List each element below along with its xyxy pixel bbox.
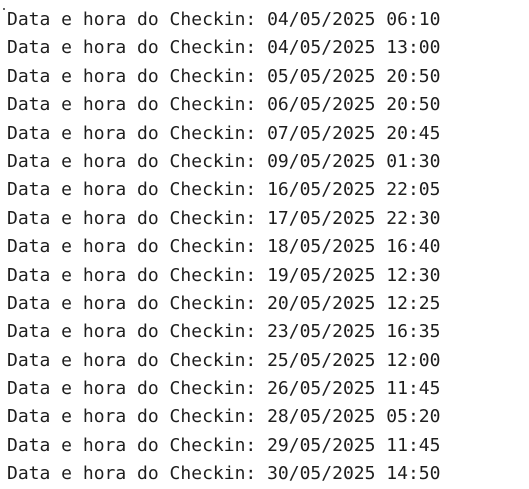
console-line: Data e hora do Checkin: 09/05/2025 01:30 (7, 150, 441, 172)
console-line: Data e hora do Checkin: 19/05/2025 12:30 (7, 264, 441, 286)
console-line: Data e hora do Checkin: 04/05/2025 13:00 (7, 37, 441, 59)
console-line: Data e hora do Checkin: 29/05/2025 11:45 (7, 434, 441, 456)
console-line: Data e hora do Checkin: 20/05/2025 12:25 (7, 292, 441, 314)
console-output[interactable]: Data e hora do Checkin: 04/05/2025 06:10… (0, 0, 529, 484)
console-line: Data e hora do Checkin: 28/05/2025 05:20 (7, 406, 441, 428)
console-line: Data e hora do Checkin: 05/05/2025 20:50 (7, 65, 441, 87)
console-line: Data e hora do Checkin: 07/05/2025 20:45 (7, 122, 441, 144)
console-line: Data e hora do Checkin: 26/05/2025 11:45 (7, 378, 441, 400)
console-line: Data e hora do Checkin: 04/05/2025 06:10 (7, 9, 441, 30)
console-line: Data e hora do Checkin: 18/05/2025 16:40 (7, 236, 441, 258)
console-line: Data e hora do Checkin: 06/05/2025 20:50 (7, 94, 441, 116)
console-line: Data e hora do Checkin: 16/05/2025 22:05 (7, 179, 441, 201)
console-line: Data e hora do Checkin: 23/05/2025 16:35 (7, 321, 441, 343)
console-line: Data e hora do Checkin: 25/05/2025 12:00 (7, 349, 441, 371)
caret-marker (3, 8, 5, 10)
console-line: Data e hora do Checkin: 17/05/2025 22:30 (7, 207, 441, 229)
console-line: Data e hora do Checkin: 30/05/2025 14:50 (7, 463, 441, 485)
